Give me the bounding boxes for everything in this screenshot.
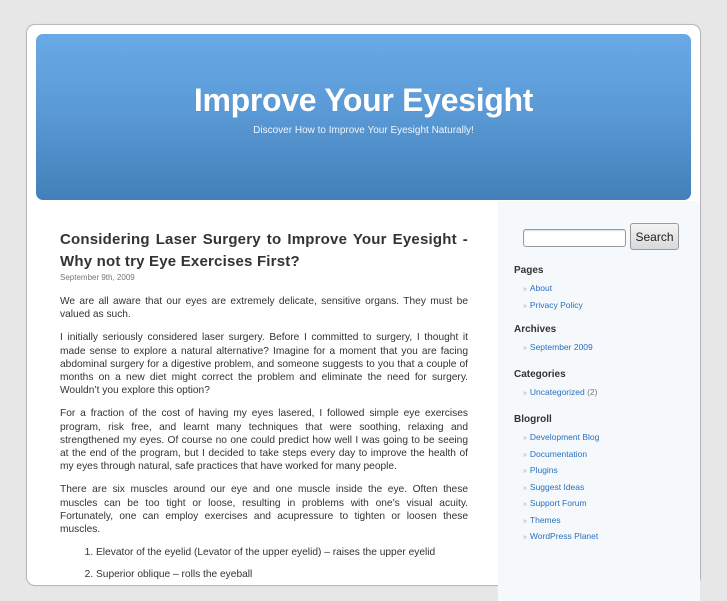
blog-title[interactable]: Improve Your Eyesight: [36, 82, 691, 119]
blogroll-link-development-blog[interactable]: Development Blog: [530, 432, 599, 442]
pages-item: » Privacy Policy: [523, 298, 583, 315]
page-link-privacy-policy[interactable]: Privacy Policy: [530, 300, 583, 310]
muscle-list-item: Superior oblique – rolls the eyeball: [96, 568, 468, 581]
blogroll-item: » Development Blog: [523, 430, 599, 447]
blogroll-widget: Blogroll » Development Blog » Documentatio…: [514, 414, 599, 546]
bullet-icon: »: [523, 435, 527, 442]
post-body: We are all aware that our eyes are extre…: [60, 295, 468, 582]
category-count: (2): [587, 387, 598, 397]
blogroll-item: » WordPress Planet: [523, 529, 599, 546]
post-paragraph: I initially seriously considered laser s…: [60, 332, 468, 397]
page-container: Improve Your Eyesight Discover How to Im…: [26, 24, 701, 601]
blogroll-link-suggest-ideas[interactable]: Suggest Ideas: [530, 482, 584, 492]
blogroll-item: » Documentation: [523, 447, 599, 464]
page-link-about[interactable]: About: [530, 283, 552, 293]
blogroll-item: » Support Forum: [523, 496, 599, 513]
post-paragraph: There are six muscles around our eye and…: [60, 484, 468, 536]
blogroll-link-support-forum[interactable]: Support Forum: [530, 498, 587, 508]
search-button[interactable]: Search: [630, 223, 679, 250]
blogroll-item: » Plugins: [523, 463, 599, 480]
bullet-icon: »: [523, 345, 527, 352]
pages-widget: Pages » About » Privacy Policy: [514, 265, 583, 314]
bullet-icon: »: [523, 302, 527, 310]
blogroll-link-wordpress-planet[interactable]: WordPress Planet: [530, 531, 598, 541]
categories-item: » Uncategorized (2): [523, 385, 597, 402]
blogroll-list: » Development Blog » Documentation » Plugin…: [514, 430, 599, 546]
bullet-icon: »: [523, 286, 527, 293]
bullet-icon: »: [523, 451, 527, 459]
search-input[interactable]: [523, 229, 626, 247]
archives-widget: Archives » September 2009: [514, 324, 593, 357]
post-paragraph: For a fraction of the cost of having my …: [60, 408, 468, 473]
bullet-icon: »: [523, 517, 527, 525]
pages-heading: Pages: [514, 265, 544, 276]
blogroll-item: » Themes: [523, 513, 599, 530]
category-link-uncategorized[interactable]: Uncategorized: [530, 387, 585, 397]
site-header: Improve Your Eyesight Discover How to Im…: [36, 34, 691, 200]
blogroll-link-themes[interactable]: Themes: [530, 515, 561, 525]
archives-item: » September 2009: [523, 340, 593, 357]
archives-heading: Archives: [514, 324, 557, 335]
archive-link-september-2009[interactable]: September 2009: [530, 342, 593, 352]
main-content: Considering Laser Surgery to Improve You…: [60, 229, 468, 591]
post-title[interactable]: Considering Laser Surgery to Improve You…: [60, 229, 468, 273]
muscle-list-item: Elevator of the eyelid (Levator of the u…: [96, 546, 468, 559]
categories-heading: Categories: [514, 369, 566, 380]
muscle-list: Elevator of the eyelid (Levator of the u…: [60, 546, 468, 581]
bullet-icon: »: [523, 501, 527, 508]
blogroll-link-plugins[interactable]: Plugins: [530, 465, 558, 475]
blogroll-heading: Blogroll: [514, 414, 552, 425]
pages-list: » About » Privacy Policy: [514, 281, 583, 314]
pages-item: » About: [523, 281, 583, 298]
blogroll-link-documentation[interactable]: Documentation: [530, 449, 587, 459]
archives-list: » September 2009: [514, 340, 593, 357]
bullet-icon: »: [523, 390, 527, 397]
categories-widget: Categories » Uncategorized (2): [514, 369, 597, 402]
post-paragraph: We are all aware that our eyes are extre…: [60, 296, 468, 321]
blogroll-item: » Suggest Ideas: [523, 480, 599, 497]
blog-description: Discover How to Improve Your Eyesight Na…: [253, 125, 474, 136]
bullet-icon: »: [523, 484, 527, 492]
sidebar: Search Pages » About » Privacy Policy Arch…: [498, 201, 700, 601]
bullet-icon: »: [523, 534, 527, 541]
bullet-icon: »: [523, 468, 527, 475]
post-date: September 9th, 2009: [60, 273, 135, 282]
categories-list: » Uncategorized (2): [514, 385, 597, 402]
